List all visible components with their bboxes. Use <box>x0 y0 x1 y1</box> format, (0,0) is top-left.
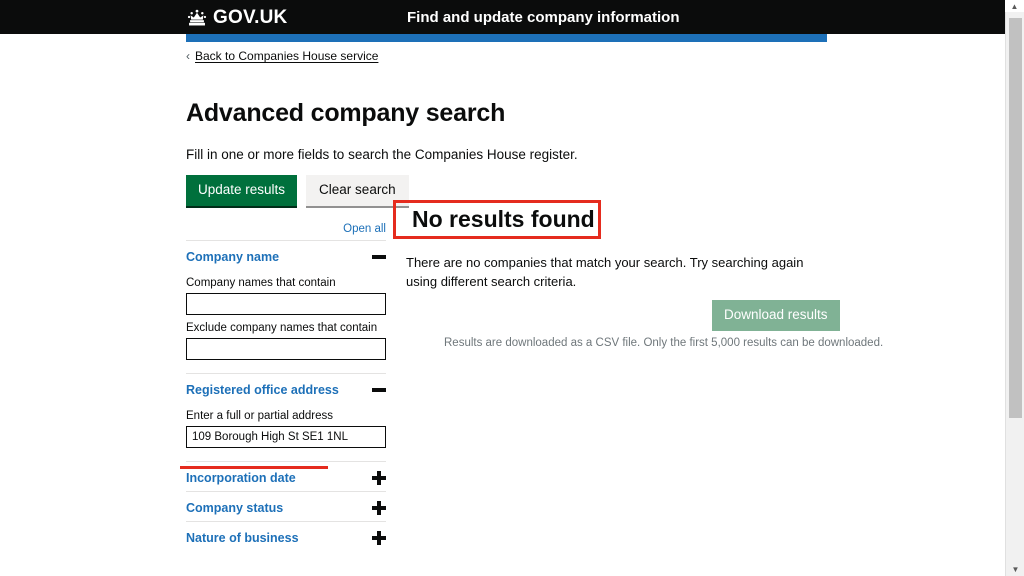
search-filters-panel: Open all Company name Company names that… <box>186 219 386 551</box>
company-names-contain-input[interactable] <box>186 293 386 315</box>
label-registered-office-address: Enter a full or partial address <box>186 410 334 422</box>
clear-search-button[interactable]: Clear search <box>306 175 409 208</box>
plus-icon[interactable] <box>372 471 386 485</box>
scrollbar-thumb[interactable] <box>1009 18 1022 418</box>
filter-section-nature-of-business: Nature of business <box>186 521 386 551</box>
no-results-wrap: No results found <box>406 204 601 237</box>
exclude-company-names-input[interactable] <box>186 338 386 360</box>
back-link-label: Back to Companies House service <box>195 49 379 63</box>
filter-title-company-status: Company status <box>186 501 284 515</box>
minus-icon[interactable] <box>372 250 386 264</box>
filter-header-company-name[interactable]: Company name <box>186 241 386 270</box>
page-title: Advanced company search <box>186 99 506 127</box>
filter-header-nature-of-business[interactable]: Nature of business <box>186 522 386 551</box>
open-all-link[interactable]: Open all <box>343 223 386 235</box>
filter-title-incorporation-date: Incorporation date <box>186 471 296 485</box>
open-all-row: Open all <box>186 219 386 240</box>
filter-header-registered-office-address[interactable]: Registered office address <box>186 374 386 403</box>
download-note: Results are downloaded as a CSV file. On… <box>444 337 884 349</box>
no-results-heading: No results found <box>412 206 595 232</box>
plus-icon[interactable] <box>372 531 386 545</box>
page-intro-text: Fill in one or more fields to search the… <box>186 147 578 162</box>
chevron-left-icon: ‹ <box>186 49 190 63</box>
registered-office-address-input[interactable] <box>186 426 386 448</box>
filter-title-nature-of-business: Nature of business <box>186 531 299 545</box>
filter-header-company-status[interactable]: Company status <box>186 492 386 521</box>
plus-icon[interactable] <box>372 501 386 515</box>
no-results-message: There are no companies that match your s… <box>406 255 804 289</box>
filter-title-registered-office-address: Registered office address <box>186 383 339 397</box>
filter-section-registered-office-address: Registered office address Enter a full o… <box>186 373 386 461</box>
page-content: ‹ Back to Companies House service Advanc… <box>0 42 1005 576</box>
vertical-scrollbar[interactable]: ▼ <box>1005 12 1024 576</box>
filter-section-company-status: Company status <box>186 491 386 521</box>
update-results-button[interactable]: Update results <box>186 175 298 208</box>
scroll-up-arrow-icon[interactable]: ▲ <box>1005 0 1024 12</box>
back-link[interactable]: ‹ Back to Companies House service <box>186 49 378 63</box>
service-name[interactable]: Find and update company information <box>407 10 680 25</box>
label-company-names-contain: Company names that contain <box>186 277 336 289</box>
annotation-underline-registered-office-address <box>180 466 328 469</box>
label-exclude-company-names: Exclude company names that contain <box>186 322 378 334</box>
download-results-button[interactable]: Download results <box>712 300 840 331</box>
filter-section-company-name: Company name Company names that contain … <box>186 240 386 373</box>
govuk-logo-text: GOV.UK <box>213 6 288 28</box>
filter-body-registered-office-address: Enter a full or partial address <box>186 410 386 461</box>
filter-title-company-name: Company name <box>186 250 280 264</box>
minus-icon[interactable] <box>372 383 386 397</box>
govuk-logo-link[interactable]: GOV.UK <box>186 8 287 27</box>
filter-body-company-name: Company names that contain Exclude compa… <box>186 277 386 373</box>
search-action-buttons: Update results Clear search <box>186 175 409 208</box>
screen: GOV.UK Find and update company informati… <box>0 0 1024 576</box>
service-color-strip <box>186 34 827 42</box>
scroll-down-arrow-icon[interactable]: ▼ <box>1006 562 1024 576</box>
govuk-header: GOV.UK Find and update company informati… <box>0 0 1005 34</box>
crown-icon <box>186 9 208 26</box>
